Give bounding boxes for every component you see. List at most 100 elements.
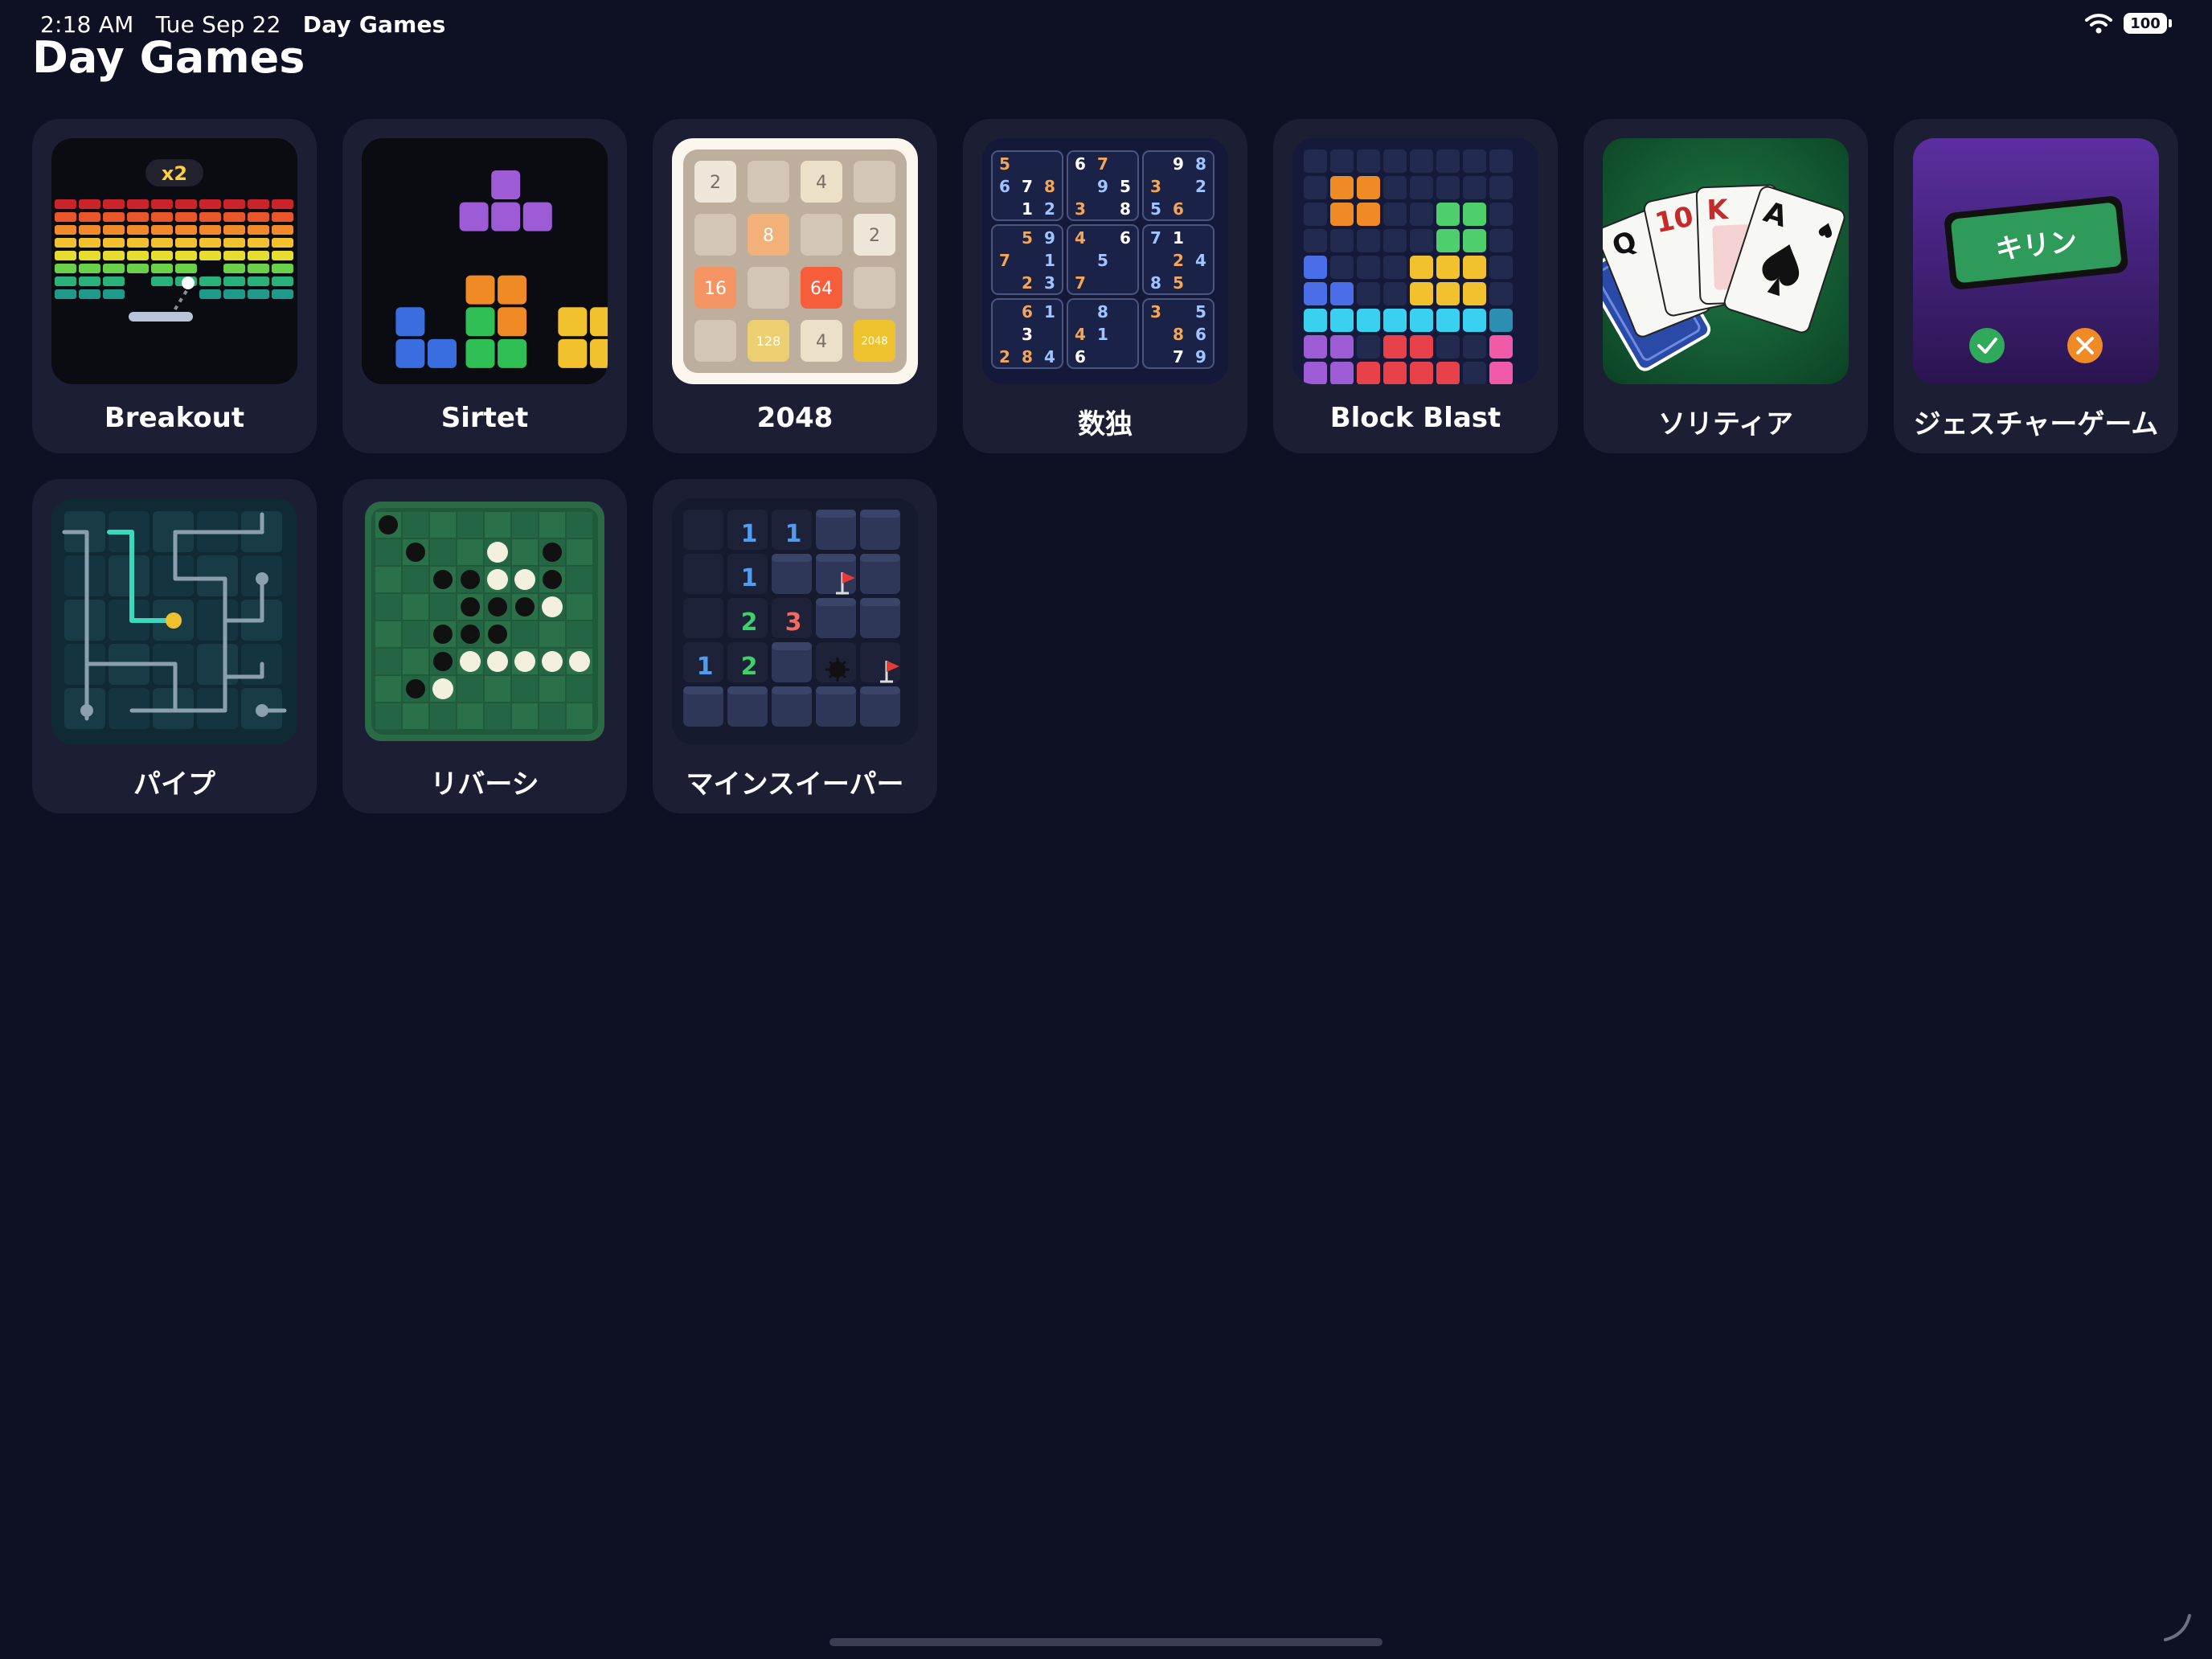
tile-value: 64 (810, 279, 833, 299)
game-card-sirtet[interactable]: Sirtet (342, 119, 627, 453)
brick (248, 199, 269, 209)
game-label: 数独 (1078, 408, 1133, 440)
black-disc (461, 570, 480, 589)
blast-cell (1463, 176, 1486, 199)
blast-cell (1383, 335, 1407, 358)
blast-cell (1357, 309, 1380, 332)
blast-cell (1383, 282, 1407, 305)
home-indicator[interactable] (830, 1638, 1382, 1646)
black-disc (433, 652, 453, 671)
sudoku-digit: 9 (1044, 228, 1055, 248)
brick (151, 225, 173, 235)
brick (55, 212, 76, 222)
reversi-square (403, 621, 428, 647)
sudoku-digit: 4 (1075, 228, 1086, 248)
sudoku-digit: 3 (1150, 177, 1161, 196)
tetromino-block (491, 202, 521, 231)
tile-value: 8 (763, 226, 774, 246)
blast-cell (1383, 309, 1407, 332)
2048-thumbnail: 2 4 8 2 16 64 128 4 2048 (672, 138, 918, 384)
blast-cell (1463, 150, 1486, 173)
brick (272, 276, 293, 286)
brick (248, 212, 269, 222)
reversi-square (375, 567, 401, 592)
mine-number: 1 (741, 564, 758, 592)
tetromino-block (558, 307, 588, 337)
sudoku-digit: 2 (1173, 251, 1184, 270)
reversi-square (567, 512, 592, 538)
blast-cell (1304, 309, 1327, 332)
sudoku-digit: 6 (1195, 325, 1206, 344)
brick (175, 212, 197, 222)
tile-2048 (801, 214, 842, 256)
tile-value: 16 (704, 279, 727, 299)
sudoku-digit: 4 (1195, 251, 1206, 270)
game-card-reversi[interactable]: リバーシ (342, 479, 627, 813)
game-card-solitaire[interactable]: Q 10 K A ソリティア (1583, 119, 1868, 453)
game-card-block-blast[interactable]: Block Blast (1273, 119, 1558, 453)
reversi-square (375, 594, 401, 620)
status-app-name: Day Games (302, 11, 446, 38)
mine-number: 1 (741, 520, 758, 548)
brick (175, 264, 197, 273)
sudoku-digit: 5 (999, 154, 1010, 174)
sudoku-digit: 1 (1022, 199, 1033, 219)
game-card-breakout[interactable]: x2 Breakout (32, 119, 317, 453)
resize-handle-icon[interactable] (2161, 1611, 2193, 1643)
blast-cell (1489, 335, 1513, 358)
brick (175, 225, 197, 235)
black-disc (461, 597, 480, 616)
sudoku-digit: 3 (1075, 199, 1086, 219)
brick (272, 289, 293, 299)
tetromino-block (459, 202, 489, 231)
sirtet-thumbnail (362, 138, 608, 384)
sudoku-digit: 1 (1097, 325, 1108, 344)
brick (175, 199, 197, 209)
brick (175, 251, 197, 260)
game-card-sudoku[interactable]: 5679867895321238565946717152423785618353… (963, 119, 1247, 453)
tile-value: 4 (816, 173, 827, 193)
sudoku-digit: 4 (1075, 325, 1086, 344)
brick (103, 251, 125, 260)
blast-cell (1357, 229, 1380, 252)
reversi-square (375, 703, 401, 729)
game-label: リバーシ (430, 768, 539, 801)
2048-art: 2 4 8 2 16 64 128 4 2048 (672, 138, 918, 384)
blast-cell (1489, 176, 1513, 199)
mine-cell (683, 554, 723, 594)
reversi-square (512, 676, 538, 702)
game-card-minesweeper[interactable]: 1 1 1 2 3 1 2 マインスイーパー (653, 479, 937, 813)
reversi-square (539, 621, 565, 647)
brick (223, 276, 245, 286)
brick (103, 276, 125, 286)
page-title: Day Games (32, 32, 305, 83)
game-card-pipe[interactable]: パイプ (32, 479, 317, 813)
brick (79, 276, 100, 286)
tile-2048 (694, 320, 736, 362)
tetromino-block (589, 307, 608, 337)
white-disc (487, 569, 508, 590)
multiplier-badge: x2 (162, 162, 187, 185)
reversi-square (430, 539, 456, 565)
breakout-thumbnail: x2 (51, 138, 297, 384)
sudoku-digit: 9 (1097, 177, 1108, 196)
blast-cell (1463, 362, 1486, 384)
game-card-gesture[interactable]: キリン ジェスチャーゲーム (1894, 119, 2178, 453)
sudoku-digit: 6 (999, 177, 1010, 196)
blast-cell (1357, 335, 1380, 358)
tile-2048 (748, 161, 789, 203)
blast-cell (1304, 335, 1327, 358)
brick (103, 289, 125, 299)
reversi-square (539, 676, 565, 702)
brick (55, 199, 76, 209)
game-label: Block Blast (1329, 402, 1501, 434)
tile-value: 4 (816, 332, 827, 352)
sudoku-digit: 6 (1022, 302, 1033, 322)
reversi-square (512, 512, 538, 538)
sudoku-digit: 7 (1150, 228, 1161, 248)
reversi-square (403, 649, 428, 674)
brick (79, 264, 100, 273)
game-card-2048[interactable]: 2 4 8 2 16 64 128 4 2048 2048 (653, 119, 937, 453)
sudoku-digit: 5 (1150, 199, 1161, 219)
tetromino-block (465, 338, 495, 368)
